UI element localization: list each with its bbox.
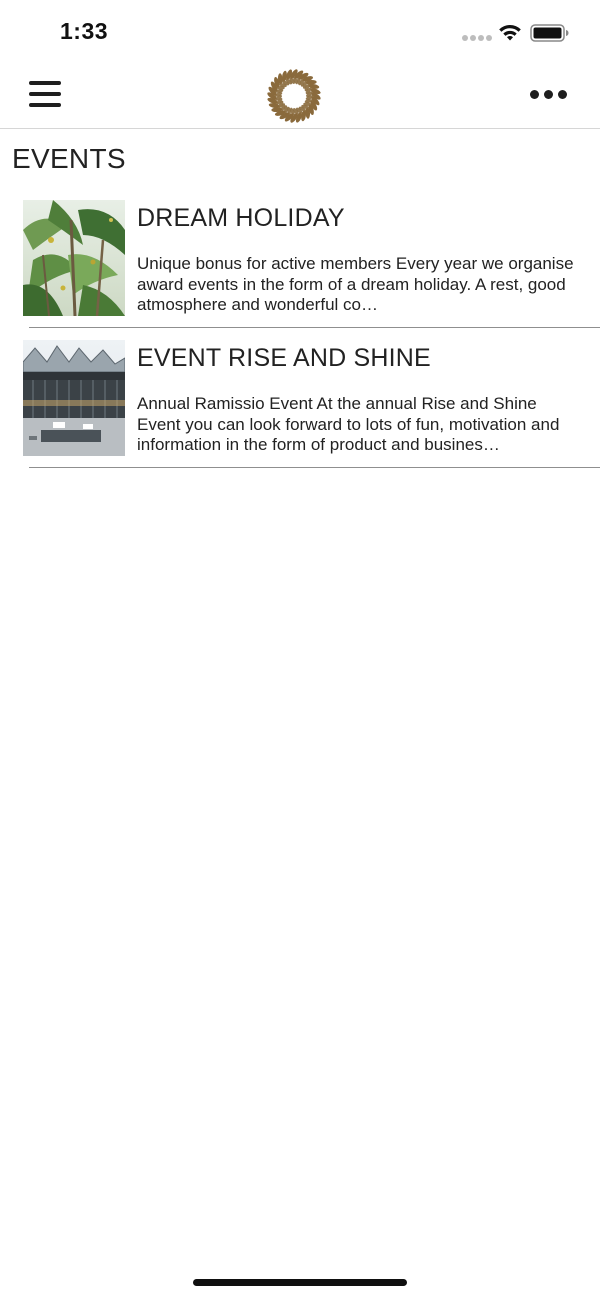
event-item-dream-holiday[interactable]: DREAM HOLIDAY Unique bonus for active me… <box>0 190 600 329</box>
cellular-dots-icon <box>462 35 492 41</box>
hamburger-menu-icon[interactable] <box>29 81 61 107</box>
event-item-rise-and-shine[interactable]: EVENT RISE AND SHINE Annual Ramissio Eve… <box>0 330 600 469</box>
event-description: Unique bonus for active members Every ye… <box>137 254 574 314</box>
event-description: Annual Ramissio Event At the annual Rise… <box>137 394 560 454</box>
status-bar: 1:33 <box>0 0 600 60</box>
home-indicator[interactable] <box>193 1279 407 1286</box>
laurel-wreath-logo <box>267 69 321 123</box>
event-title: DREAM HOLIDAY <box>137 204 345 232</box>
nav-bar <box>0 60 600 129</box>
divider <box>29 327 600 328</box>
event-venue-building-image <box>23 340 125 456</box>
more-dots-icon[interactable] <box>530 90 568 102</box>
palm-trees-image <box>23 200 125 316</box>
page-title: EVENTS <box>12 143 126 174</box>
divider <box>29 467 600 468</box>
event-title: EVENT RISE AND SHINE <box>137 344 431 372</box>
status-time: 1:33 <box>60 18 109 44</box>
wifi-icon <box>499 25 521 41</box>
battery-icon <box>530 24 569 42</box>
